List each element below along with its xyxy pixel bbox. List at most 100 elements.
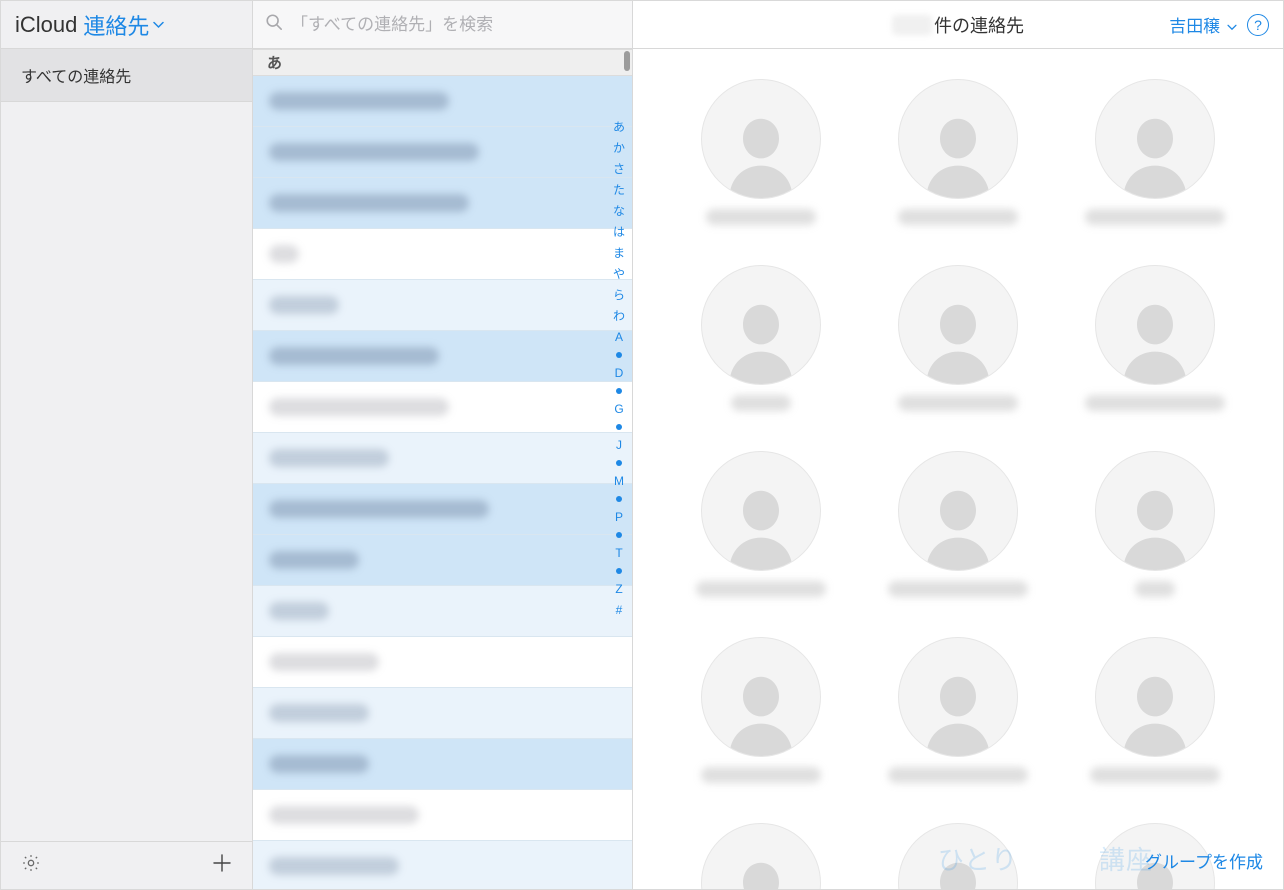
contact-card[interactable] [673,79,850,225]
contact-row[interactable] [253,178,632,229]
contact-card-name-blurred [1090,767,1220,783]
index-letter[interactable]: ら [613,289,625,301]
contact-name-blurred [269,143,479,161]
contact-card-name-blurred [706,209,816,225]
index-letter[interactable]: ま [613,247,625,259]
index-dot[interactable] [616,388,622,394]
avatar-placeholder-icon [898,451,1018,571]
contact-name-blurred [269,857,399,875]
index-dot[interactable] [616,568,622,574]
user-name: 吉田穣 [1169,17,1220,36]
contact-card[interactable] [673,637,850,783]
contact-card-name-blurred [731,395,791,411]
index-letter[interactable]: T [615,547,622,559]
index-letter[interactable]: A [615,331,623,343]
create-group-label: グループを作成 [1145,853,1263,872]
search-icon [265,13,283,36]
contact-row[interactable] [253,637,632,688]
create-group-button[interactable]: グループを作成 [1145,848,1263,873]
index-dot[interactable] [616,424,622,430]
index-letter[interactable]: な [613,205,625,217]
contact-row[interactable] [253,382,632,433]
contact-card-name-blurred [898,209,1018,225]
contact-name-blurred [269,755,369,773]
contact-card[interactable] [1066,637,1243,783]
contact-card-name-blurred [898,395,1018,411]
contact-list[interactable] [253,76,632,889]
index-letter[interactable]: P [615,511,623,523]
contact-name-blurred [269,194,469,212]
index-dot[interactable] [616,496,622,502]
contact-row[interactable] [253,535,632,586]
index-letter[interactable]: や [613,268,625,280]
index-letter[interactable]: わ [613,310,625,322]
search-input[interactable] [291,15,620,35]
sidebar-footer [1,841,252,889]
scrollbar-thumb[interactable] [624,51,630,71]
contact-row[interactable] [253,586,632,637]
avatar-placeholder-icon [1095,79,1215,199]
detail-pane: 件の連絡先 吉田穣 ? ひとり 講座 グループを作成 [633,1,1283,889]
contact-count-blurred [892,15,932,35]
contact-row[interactable] [253,484,632,535]
list-section-header: あ [253,49,632,76]
index-letter[interactable]: G [614,403,623,415]
contact-card-name-blurred [696,581,826,597]
chevron-down-icon[interactable] [153,17,164,32]
contact-row[interactable] [253,688,632,739]
contact-card[interactable] [1066,265,1243,411]
contact-card[interactable] [1066,451,1243,597]
index-letter[interactable]: Z [615,583,622,595]
contact-card[interactable] [673,823,850,889]
user-account-link[interactable]: 吉田穣 [1169,12,1237,37]
contact-row[interactable] [253,127,632,178]
contact-card[interactable] [870,265,1047,411]
avatar-placeholder-icon [898,265,1018,385]
contact-card[interactable] [1066,79,1243,225]
contact-card-name-blurred [888,767,1028,783]
avatar-placeholder-icon [701,637,821,757]
sidebar-header[interactable]: iCloud 連絡先 [1,1,252,49]
index-letter[interactable]: か [613,142,625,154]
header-right: 吉田穣 ? [1169,12,1269,37]
index-letter[interactable]: は [613,226,625,238]
index-letter[interactable]: た [613,184,625,196]
avatar-placeholder-icon [1095,637,1215,757]
help-icon[interactable]: ? [1247,14,1269,36]
contact-card[interactable] [870,451,1047,597]
contact-card[interactable] [673,265,850,411]
contact-row[interactable] [253,76,632,127]
contact-row[interactable] [253,229,632,280]
index-strip[interactable]: あかさたなはまやらわA D G J M P T Z # [608,121,630,879]
contact-name-blurred [269,245,299,263]
avatar-placeholder-icon [898,823,1018,889]
contact-card[interactable] [870,637,1047,783]
contact-list-pane: あ あかさたなはまやらわADGJMPTZ# [253,1,633,889]
contact-row[interactable] [253,280,632,331]
contact-row[interactable] [253,790,632,841]
index-letter[interactable]: M [614,475,624,487]
index-dot[interactable] [616,460,622,466]
index-dot[interactable] [616,532,622,538]
index-letter[interactable]: # [616,604,623,616]
index-letter[interactable]: D [615,367,624,379]
index-dot[interactable] [616,352,622,358]
contact-row[interactable] [253,841,632,889]
contact-card[interactable] [870,79,1047,225]
plus-icon[interactable] [212,853,232,879]
contact-name-blurred [269,704,369,722]
contact-card-name-blurred [1135,581,1175,597]
gear-icon[interactable] [21,853,41,879]
index-letter[interactable]: あ [613,121,625,133]
contact-card[interactable] [673,451,850,597]
contact-card[interactable] [870,823,1047,889]
contact-row[interactable] [253,331,632,382]
contact-row[interactable] [253,433,632,484]
section-letter: あ [267,55,282,72]
contact-row[interactable] [253,739,632,790]
index-letter[interactable]: J [616,439,622,451]
index-letter[interactable]: さ [613,163,625,175]
search-bar [253,1,632,49]
sidebar-item-all-contacts[interactable]: すべての連絡先 [1,49,252,102]
contact-card-name-blurred [1085,395,1225,411]
